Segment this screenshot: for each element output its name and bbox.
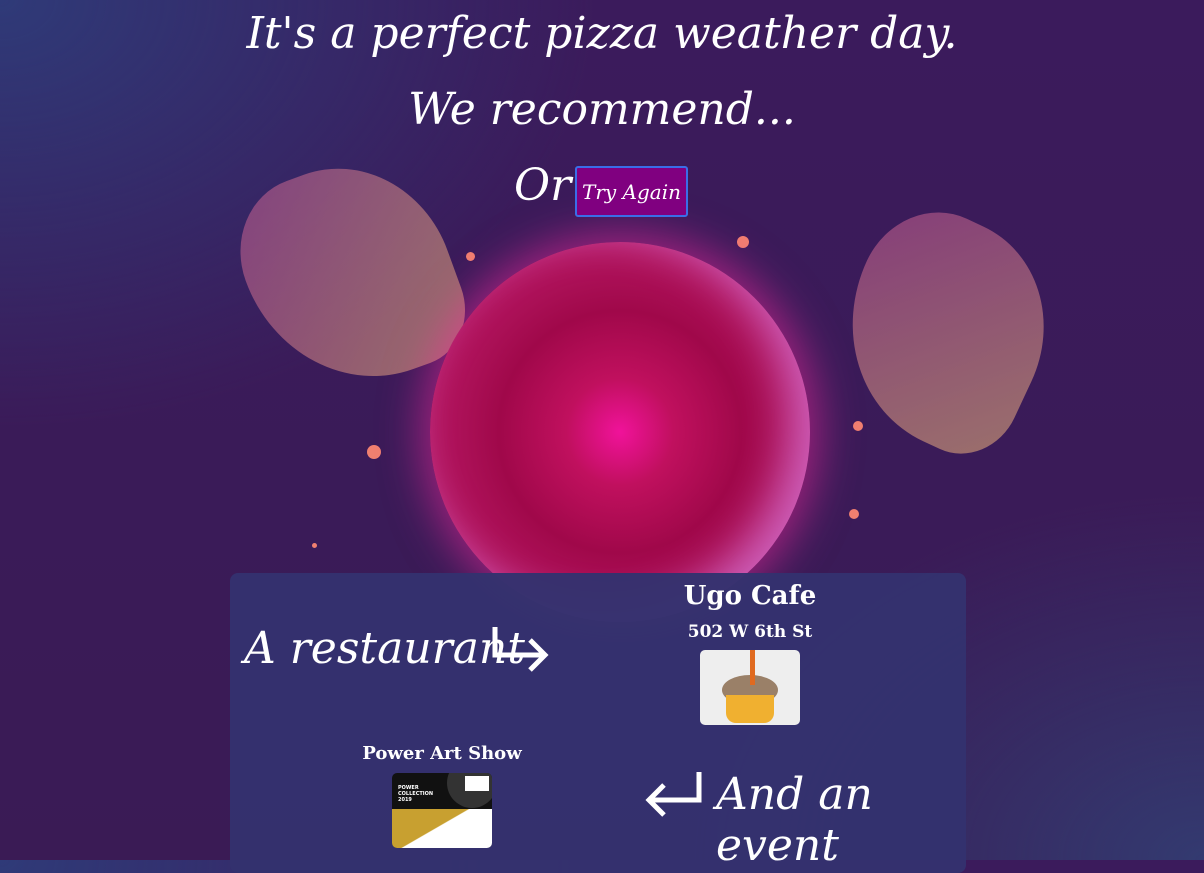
restaurant-name[interactable]: Ugo Cafe xyxy=(650,581,850,611)
event-poster[interactable]: POWER COLLECTION 2019 xyxy=(392,773,492,848)
crystal-ball-illustration xyxy=(430,242,810,622)
poster-title-text: POWER COLLECTION 2019 xyxy=(398,785,434,803)
arrow-return-icon xyxy=(645,772,702,817)
results-panel: A restaurant Ugo Cafe 502 W 6th St Power… xyxy=(230,573,966,873)
restaurant-photo[interactable] xyxy=(700,650,800,725)
right-hand-illustration xyxy=(807,188,1083,472)
arrow-right-icon xyxy=(492,627,549,672)
sparkle-dot xyxy=(853,421,863,431)
sparkle-dot xyxy=(466,252,475,261)
try-again-button[interactable]: Try Again xyxy=(575,166,688,217)
sparkle-dot xyxy=(849,509,859,519)
event-label: And an event xyxy=(716,769,873,871)
event-name[interactable]: Power Art Show xyxy=(342,743,542,764)
sparkle-dot xyxy=(312,543,317,548)
restaurant-address: 502 W 6th St xyxy=(687,622,813,642)
restaurant-label: A restaurant xyxy=(244,623,525,674)
headline: It's a perfect pizza weather day. xyxy=(246,8,958,59)
sparkle-dot xyxy=(367,445,381,459)
or-label: Or xyxy=(514,160,572,211)
sparkle-dot xyxy=(737,236,749,248)
subheadline: We recommend... xyxy=(408,84,796,135)
